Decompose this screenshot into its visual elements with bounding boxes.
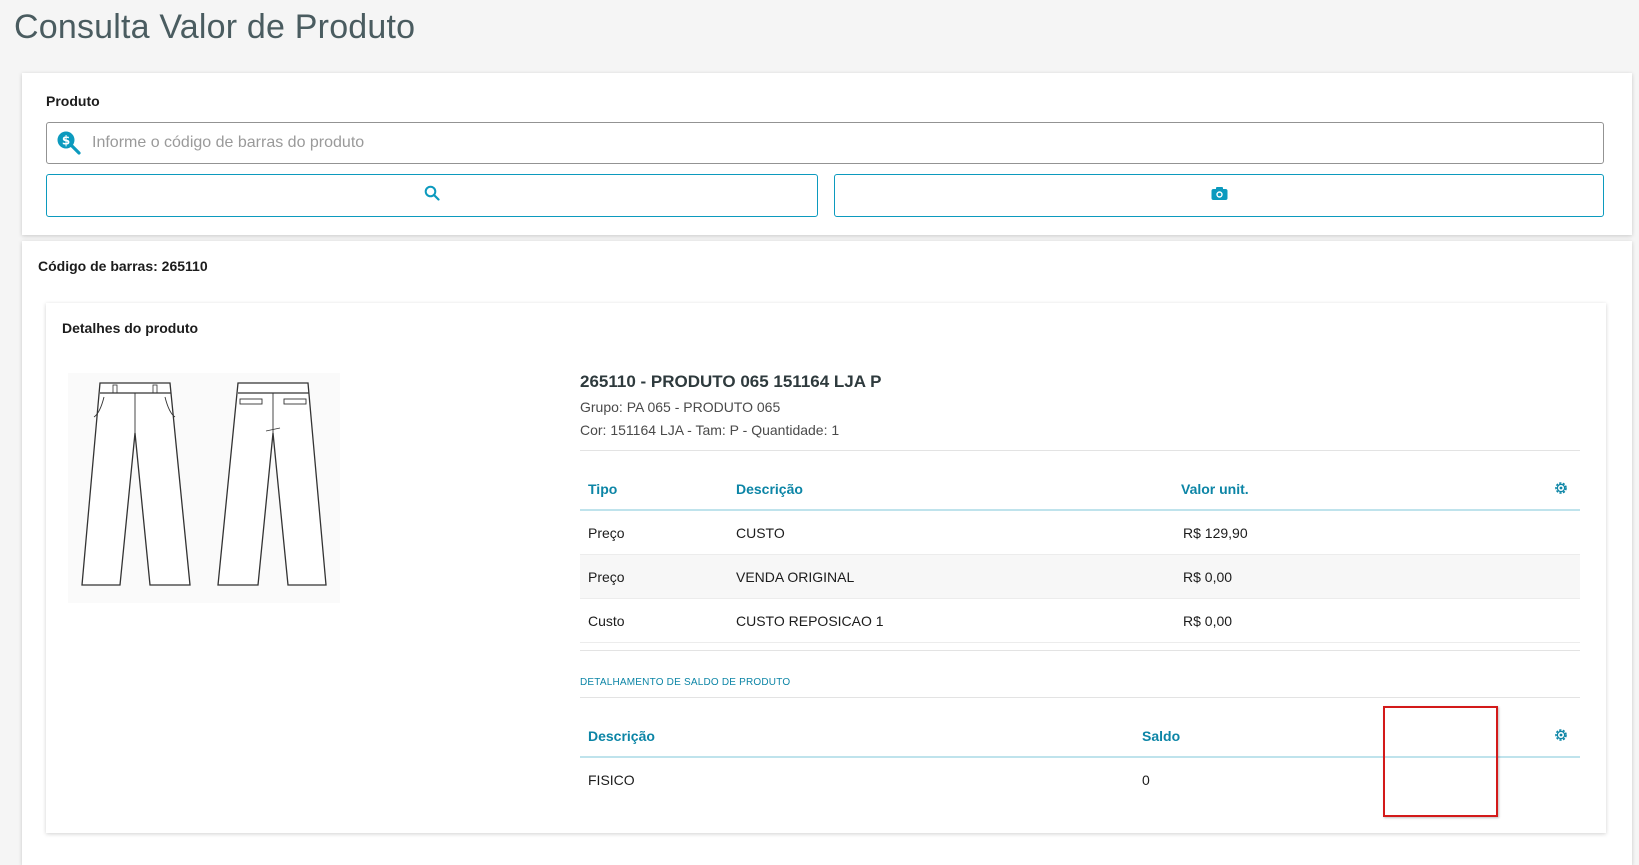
- balance-section-label: DETALHAMENTO DE SALDO DE PRODUTO: [580, 677, 791, 688]
- divider: [580, 450, 1580, 451]
- page-title: Consulta Valor de Produto: [14, 8, 416, 46]
- column-header-valor-unit[interactable]: Valor unit.: [1181, 481, 1249, 497]
- cell-valor: R$ 0,00: [1183, 569, 1233, 585]
- svg-text:$: $: [62, 134, 70, 148]
- column-header-descricao[interactable]: Descrição: [736, 481, 803, 497]
- highlight-box: [1383, 706, 1498, 817]
- table-row[interactable]: Preço VENDA ORIGINAL R$ 0,00: [580, 555, 1580, 599]
- product-search-card: Produto $: [22, 73, 1632, 235]
- camera-scan-button[interactable]: [834, 174, 1604, 217]
- gear-icon[interactable]: [1554, 481, 1570, 497]
- cell-tipo: Custo: [588, 613, 625, 629]
- price-search-icon: $: [56, 130, 82, 156]
- barcode-input[interactable]: [90, 133, 1603, 153]
- search-button[interactable]: [46, 174, 818, 217]
- cell-saldo: 0: [1142, 772, 1150, 788]
- product-image: [68, 373, 340, 603]
- cell-descricao: FISICO: [588, 772, 635, 788]
- barcode-field[interactable]: $: [46, 122, 1604, 164]
- product-details-card: Detalhes do produto 265110 - PRODUTO 065…: [46, 303, 1606, 833]
- cell-tipo: Preço: [588, 525, 625, 541]
- barcode-label: Código de barras: 265110: [38, 258, 208, 274]
- cell-valor: R$ 129,90: [1183, 525, 1248, 541]
- price-table-header: Tipo Descrição Valor unit.: [580, 465, 1580, 511]
- product-name: 265110 - PRODUTO 065 151164 LJA P: [580, 372, 882, 391]
- cell-descricao: VENDA ORIGINAL: [736, 569, 855, 585]
- details-title: Detalhes do produto: [62, 320, 199, 336]
- cell-descricao: CUSTO: [736, 525, 785, 541]
- column-header-saldo[interactable]: Saldo: [1142, 728, 1180, 744]
- table-row[interactable]: Preço CUSTO R$ 129,90: [580, 511, 1580, 555]
- column-header-tipo[interactable]: Tipo: [588, 481, 617, 497]
- column-header-descricao[interactable]: Descrição: [588, 728, 655, 744]
- cell-valor: R$ 0,00: [1183, 613, 1233, 629]
- price-table: Tipo Descrição Valor unit. Preço CUSTO R…: [580, 465, 1580, 643]
- search-icon: [424, 185, 440, 206]
- camera-icon: [1211, 186, 1228, 206]
- product-group: Grupo: PA 065 - PRODUTO 065: [580, 399, 781, 415]
- table-row[interactable]: Custo CUSTO REPOSICAO 1 R$ 0,00: [580, 599, 1580, 643]
- gear-icon[interactable]: [1554, 728, 1570, 744]
- divider: [580, 697, 1580, 698]
- cell-tipo: Preço: [588, 569, 625, 585]
- product-field-label: Produto: [46, 93, 100, 109]
- product-attributes: Cor: 151164 LJA - Tam: P - Quantidade: 1: [580, 422, 840, 438]
- divider: [580, 650, 1580, 651]
- cell-descricao: CUSTO REPOSICAO 1: [736, 613, 884, 629]
- product-info: 265110 - PRODUTO 065 151164 LJA P Grupo:…: [580, 372, 1580, 438]
